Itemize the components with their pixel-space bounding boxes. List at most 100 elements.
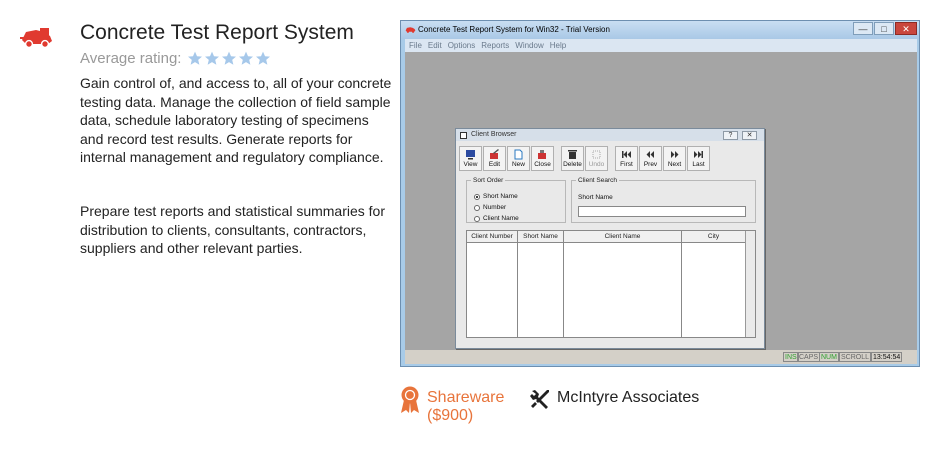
sort-order-group: Sort Order Short Name Number Client Name: [466, 177, 566, 223]
last-button[interactable]: Last: [687, 146, 710, 171]
search-field-label: Short Name: [578, 194, 613, 201]
next-icon: [671, 151, 679, 158]
toolbar-label: Undo: [588, 161, 605, 168]
menu-reports[interactable]: Reports: [481, 41, 509, 50]
radio-unchecked-icon: [474, 215, 480, 222]
window-titlebar: Concrete Test Report System for Win32 - …: [401, 21, 919, 39]
client-search-label: Client Search: [578, 177, 618, 184]
toolbar-label: Close: [534, 161, 551, 168]
dialog-titlebar: Client Browser ? ✕: [456, 129, 764, 141]
status-clock: 13:54:54: [871, 352, 903, 362]
app-logo-icon: [20, 28, 52, 48]
column-header[interactable]: Client Number: [467, 231, 518, 242]
view-button[interactable]: View: [459, 146, 482, 171]
price: ($900): [427, 407, 474, 424]
window-title: Concrete Test Report System for Win32 - …: [418, 25, 610, 34]
developer-name[interactable]: McIntyre Associates: [557, 389, 699, 407]
shareware-badge-icon: [401, 386, 419, 413]
status-num: NUM: [819, 352, 839, 362]
star-icon: [256, 51, 271, 65]
radio-unchecked-icon: [474, 204, 480, 211]
app-logo-icon: [405, 27, 416, 33]
toolbar-label: New: [511, 161, 525, 168]
rating: Average rating:: [80, 50, 272, 67]
delete-icon: [568, 150, 577, 159]
menu-bar: File Edit Options Reports Window Help: [405, 39, 917, 52]
column-header[interactable]: Client Name: [564, 231, 682, 242]
description-text: Gain control of, and access to, all of y…: [80, 75, 392, 165]
menu-window[interactable]: Window: [515, 41, 543, 50]
maximize-button[interactable]: □: [874, 22, 894, 35]
menu-file[interactable]: File: [409, 41, 422, 50]
first-icon: [622, 151, 631, 158]
column-divider: [564, 243, 682, 337]
undo-button[interactable]: Undo: [585, 146, 608, 171]
description-text: Prepare test reports and statistical sum…: [80, 203, 386, 256]
license-type: Shareware: [427, 389, 505, 406]
menu-help[interactable]: Help: [550, 41, 566, 50]
toolbar-label: View: [463, 161, 478, 168]
radio-label: Number: [483, 204, 507, 211]
close-record-button[interactable]: Close: [531, 146, 554, 171]
dialog-close-button[interactable]: ✕: [742, 131, 757, 140]
license-info: Shareware ($900): [427, 389, 504, 425]
column-header[interactable]: Short Name: [518, 231, 564, 242]
radio-label: Short Name: [483, 193, 518, 200]
toolbar-label: Next: [667, 161, 682, 168]
tools-icon: [530, 390, 549, 409]
client-table[interactable]: Client Number Short Name Client Name Cit…: [466, 230, 756, 338]
menu-options[interactable]: Options: [448, 41, 476, 50]
first-button[interactable]: First: [615, 146, 638, 171]
menu-edit[interactable]: Edit: [428, 41, 442, 50]
column-header[interactable]: City: [682, 231, 746, 242]
column-divider: [518, 243, 564, 337]
dialog-help-button[interactable]: ?: [723, 131, 738, 140]
toolbar-label: Prev: [643, 161, 658, 168]
document-icon: [460, 132, 467, 139]
radio-label: Client Name: [483, 215, 519, 222]
column-divider: [682, 243, 746, 337]
edit-button[interactable]: Edit: [483, 146, 506, 171]
description-paragraph: Prepare test reports and statistical sum…: [80, 202, 392, 258]
table-header: Client Number Short Name Client Name Cit…: [467, 231, 746, 243]
rating-label: Average rating:: [80, 50, 182, 67]
star-icon: [222, 51, 237, 65]
app-screenshot-window[interactable]: Concrete Test Report System for Win32 - …: [400, 20, 920, 367]
delete-button[interactable]: Delete: [561, 146, 584, 171]
sort-radio-short-name[interactable]: Short Name: [474, 193, 518, 200]
sort-radio-number[interactable]: Number: [474, 204, 506, 211]
product-title: Concrete Test Report System: [80, 21, 354, 44]
client-browser-dialog: Client Browser ? ✕ View Edit New Close D…: [455, 128, 765, 349]
vertical-scrollbar[interactable]: [745, 231, 755, 337]
dialog-title: Client Browser: [471, 131, 517, 138]
prev-icon: [646, 151, 654, 158]
minimize-button[interactable]: —: [853, 22, 873, 35]
star-icon: [205, 51, 220, 65]
prev-button[interactable]: Prev: [639, 146, 662, 171]
client-search-group: Client Search Short Name: [571, 177, 756, 223]
close-record-icon: [538, 150, 546, 159]
window-close-button[interactable]: ✕: [895, 22, 917, 35]
status-scroll: SCROLL: [839, 352, 872, 362]
status-bar: INS CAPS NUM SCROLL 13:54:54: [405, 350, 917, 364]
toolbar-label: Edit: [488, 161, 501, 168]
toolbar-label: Delete: [563, 161, 582, 168]
dialog-toolbar: View Edit New Close Delete Undo First Pr…: [459, 146, 711, 171]
next-button[interactable]: Next: [663, 146, 686, 171]
sort-order-label: Sort Order: [473, 177, 504, 184]
edit-icon: [490, 149, 499, 159]
mdi-client-area: Client Browser ? ✕ View Edit New Close D…: [405, 52, 917, 350]
search-input[interactable]: [578, 206, 746, 217]
radio-checked-icon: [474, 193, 480, 200]
undo-icon: [592, 150, 601, 159]
toolbar-label: First: [620, 161, 633, 168]
toolbar-label: Last: [692, 161, 705, 168]
description-paragraph: Gain control of, and access to, all of y…: [80, 74, 392, 167]
rating-stars: [187, 51, 272, 66]
star-icon: [239, 51, 254, 65]
star-icon: [188, 51, 203, 65]
new-icon: [514, 149, 523, 160]
sort-radio-client-name[interactable]: Client Name: [474, 215, 519, 222]
view-icon: [466, 150, 475, 160]
new-button[interactable]: New: [507, 146, 530, 171]
